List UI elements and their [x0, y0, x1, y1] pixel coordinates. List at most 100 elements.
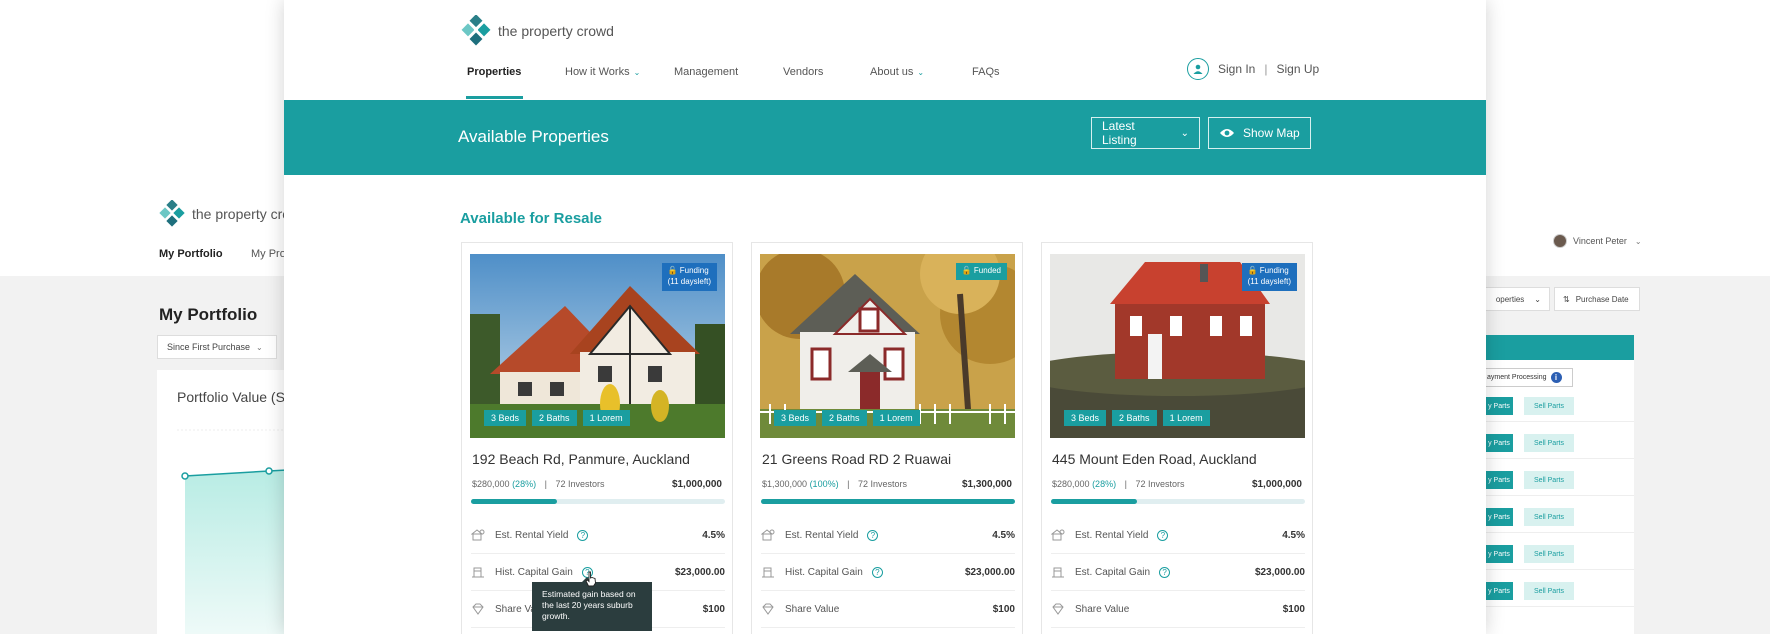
- status-badge: 🔓 Funding (11 daysleft): [1241, 263, 1297, 291]
- help-icon[interactable]: ?: [577, 529, 589, 541]
- property-title[interactable]: 445 Mount Eden Road, Auckland: [1052, 451, 1257, 467]
- chevron-down-icon: ⌄: [256, 342, 263, 352]
- background-user-menu[interactable]: Vincent Peter ⌄: [1553, 234, 1642, 248]
- show-map-label: Show Map: [1243, 126, 1300, 140]
- sign-in-link[interactable]: Sign In: [1218, 62, 1255, 76]
- stat-row: Est. Capital Gain ? $23,000.00: [1051, 554, 1305, 591]
- stat-row: Hist. Capital Gain ? $23,000.00: [761, 554, 1015, 591]
- funding-progress-fill: [1051, 499, 1138, 504]
- user-icon: [1187, 58, 1209, 80]
- tag-baths: 2 Baths: [822, 410, 867, 426]
- chevron-down-icon: ⌄: [917, 68, 925, 77]
- funded-percent: (28%): [1092, 479, 1117, 489]
- background-sell-parts-button[interactable]: Sell Parts: [1524, 471, 1574, 489]
- stat-label: Est. Rental Yield: [495, 529, 569, 541]
- stat-value: $23,000.00: [1254, 566, 1305, 578]
- background-buy-parts-button[interactable]: y Parts: [1485, 434, 1513, 452]
- background-nav-item-2[interactable]: My Pro: [251, 248, 286, 260]
- sort-icon: ⇅: [1563, 294, 1570, 304]
- help-icon[interactable]: ?: [871, 566, 883, 578]
- chevron-down-icon: ⌄: [1634, 236, 1642, 246]
- background-sell-parts-button[interactable]: Sell Parts: [1524, 397, 1574, 415]
- stat-value: $23,000.00: [964, 566, 1015, 578]
- sort-dropdown[interactable]: Latest Listing ⌄: [1091, 117, 1200, 149]
- rental-yield-icon: [471, 528, 485, 542]
- background-table-header: [1485, 335, 1634, 360]
- nav-how-it-works[interactable]: How it Works ⌄: [565, 66, 640, 78]
- background-properties-filter-label: operties: [1495, 294, 1525, 304]
- nav-management[interactable]: Management: [674, 66, 738, 78]
- feature-tags: 3 Beds 2 Baths 1 Lorem: [774, 410, 920, 426]
- feature-tags: 3 Beds 2 Baths 1 Lorem: [1064, 410, 1210, 426]
- funding-progress-bar: [471, 499, 725, 504]
- info-icon[interactable]: i: [1550, 372, 1562, 383]
- property-card[interactable]: 🔓 Funding (11 daysleft) 3 Beds 2 Baths 1…: [1041, 242, 1313, 634]
- stat-label: Share Value: [785, 603, 840, 615]
- lock-icon: 🔓: [1247, 266, 1258, 275]
- property-image[interactable]: 🔓 Funding (11 daysleft) 3 Beds 2 Baths 1…: [470, 254, 725, 438]
- stat-label: Est. Rental Yield: [1075, 529, 1149, 541]
- tag-lorem: 1 Lorem: [582, 410, 630, 426]
- target-amount: $1,300,000: [961, 479, 1012, 490]
- background-sell-parts-button[interactable]: Sell Parts: [1524, 434, 1574, 452]
- background-nav-my-portfolio[interactable]: My Portfolio: [159, 248, 223, 260]
- chevron-down-icon: ⌄: [1180, 127, 1189, 139]
- sort-dropdown-label: Latest Listing: [1102, 119, 1137, 147]
- nav-about-us-label: About us: [870, 66, 914, 78]
- since-first-purchase-select[interactable]: Since First Purchase ⌄: [157, 335, 277, 359]
- property-title[interactable]: 21 Greens Road RD 2 Ruawai: [762, 451, 951, 467]
- background-sell-parts-button[interactable]: Sell Parts: [1524, 545, 1574, 563]
- status-label: Funding: [679, 266, 709, 275]
- funded-percent: (100%): [809, 479, 839, 489]
- stat-label: Est. Rental Yield: [785, 529, 859, 541]
- nav-faqs[interactable]: FAQs: [972, 66, 1000, 78]
- status-label: Funding: [1259, 266, 1289, 275]
- background-buy-parts-button[interactable]: y Parts: [1485, 508, 1513, 526]
- nav-about-us[interactable]: About us ⌄: [870, 66, 924, 78]
- background-buy-parts-button[interactable]: y Parts: [1485, 582, 1513, 600]
- help-icon[interactable]: ?: [1157, 529, 1169, 541]
- show-map-button[interactable]: Show Map: [1208, 117, 1311, 149]
- logo-text: the property crowd: [498, 23, 614, 39]
- portfolio-value-chart: [177, 429, 287, 634]
- since-select-label: Since First Purchase: [167, 342, 251, 352]
- capital-gain-tooltip: Estimated gain based on the last 20 year…: [532, 577, 652, 631]
- lock-icon: 🔓: [961, 266, 972, 275]
- stat-label: Share Value: [1075, 603, 1130, 615]
- status-days-left: (11 daysleft): [667, 276, 711, 286]
- diamond-icon: [1051, 602, 1065, 616]
- funding-summary: $280,000 (28%) | 72 Investors: [472, 479, 605, 489]
- property-card[interactable]: 🔓 Funding (11 daysleft) 3 Beds 2 Baths 1…: [461, 242, 733, 634]
- background-sell-parts-button[interactable]: Sell Parts: [1524, 508, 1574, 526]
- background-purchase-date-sort[interactable]: ⇅ Purchase Date: [1554, 287, 1640, 311]
- section-title: Available for Resale: [460, 210, 603, 227]
- auth-separator: |: [1264, 62, 1268, 76]
- tag-lorem: 1 Lorem: [872, 410, 920, 426]
- nav-properties[interactable]: Properties: [467, 66, 521, 78]
- background-buy-parts-button[interactable]: y Parts: [1485, 545, 1513, 563]
- help-icon[interactable]: ?: [1159, 566, 1171, 578]
- property-image[interactable]: 🔓 Funded 3 Beds 2 Baths 1 Lorem: [760, 254, 1015, 438]
- property-title[interactable]: 192 Beach Rd, Panmure, Auckland: [472, 451, 690, 467]
- capital-gain-icon: [761, 565, 775, 579]
- logo-icon: [461, 15, 491, 46]
- properties-window: the property crowd Properties How it Wor…: [284, 0, 1486, 634]
- nav-vendors[interactable]: Vendors: [783, 66, 823, 78]
- status-days-left: (11 daysleft): [1247, 276, 1291, 286]
- tag-baths: 2 Baths: [532, 410, 577, 426]
- logo[interactable]: the property crowd: [460, 15, 614, 47]
- background-buy-parts-button[interactable]: y Parts: [1485, 471, 1513, 489]
- diamond-icon: [471, 602, 485, 616]
- background-sell-parts-button[interactable]: Sell Parts: [1524, 582, 1574, 600]
- help-icon[interactable]: ?: [867, 529, 879, 541]
- property-image[interactable]: 🔓 Funding (11 daysleft) 3 Beds 2 Baths 1…: [1050, 254, 1305, 438]
- nav-how-it-works-label: How it Works: [565, 66, 630, 78]
- background-buy-parts-button[interactable]: y Parts: [1485, 397, 1513, 415]
- diamond-icon: [761, 602, 775, 616]
- eye-icon: [1220, 129, 1234, 137]
- background-logo: the property cro: [158, 200, 290, 228]
- stat-label: Hist. Capital Gain: [495, 566, 573, 578]
- property-card[interactable]: 🔓 Funded 3 Beds 2 Baths 1 Lorem 21 Green…: [751, 242, 1023, 634]
- sign-up-link[interactable]: Sign Up: [1276, 62, 1319, 76]
- tag-beds: 3 Beds: [1064, 410, 1107, 426]
